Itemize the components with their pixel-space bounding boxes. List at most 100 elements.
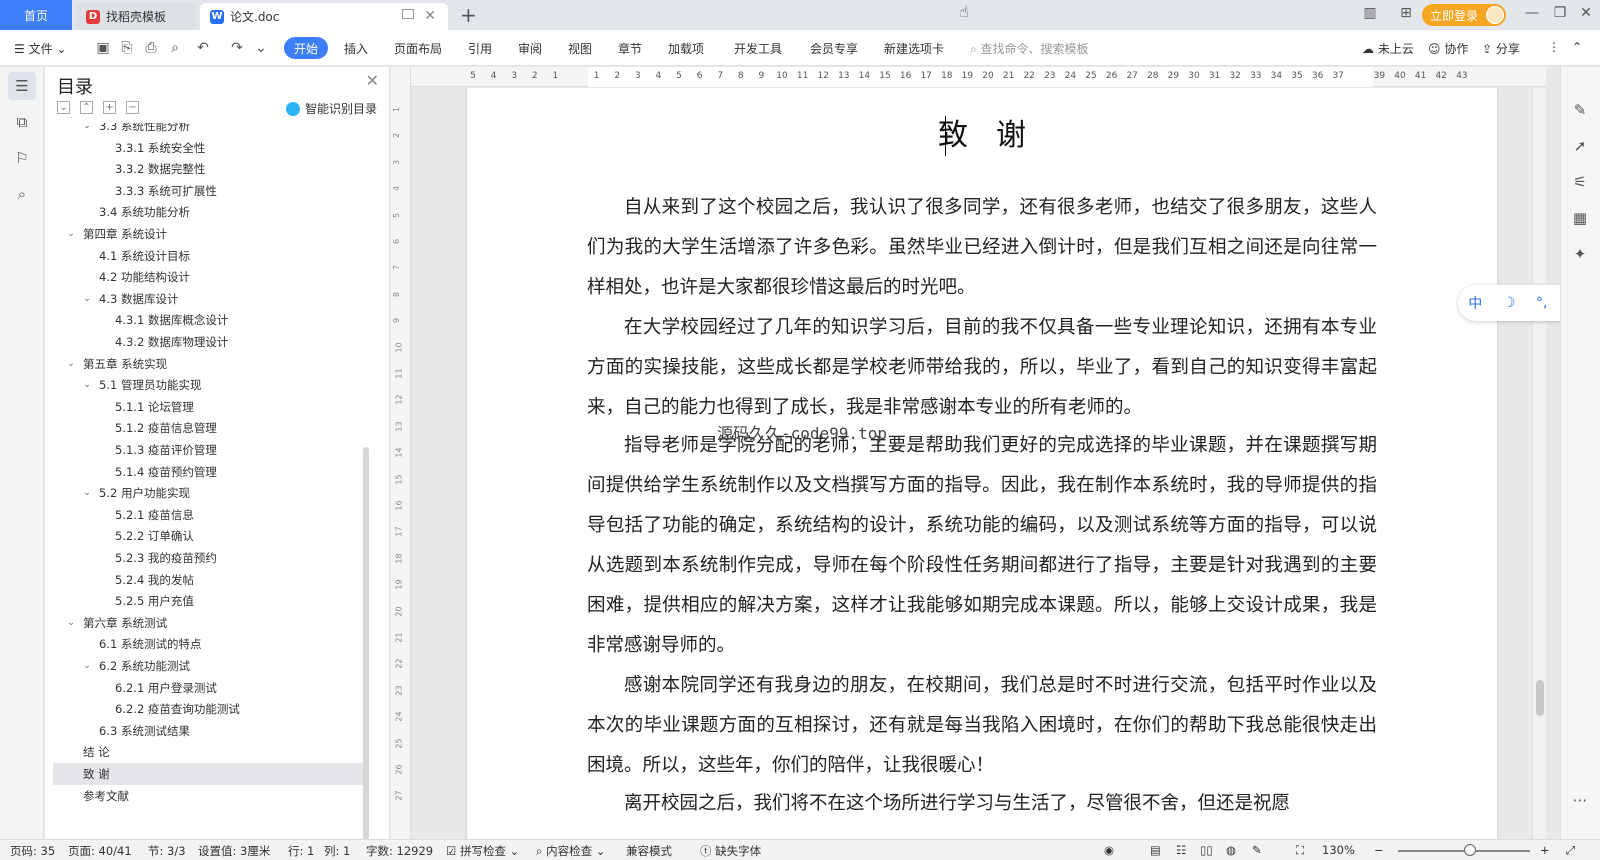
- collab-button[interactable]: ☺ 协作: [1428, 40, 1468, 57]
- toc-item[interactable]: ⌄ 4.3 数据库设计: [53, 288, 369, 310]
- toc-item[interactable]: 6.1 系统测试的特点: [53, 633, 369, 655]
- eye-protect-icon[interactable]: ◉: [1104, 843, 1114, 857]
- menu-chapter[interactable]: 章节: [618, 40, 642, 57]
- outline-view-icon[interactable]: ☷: [1176, 843, 1186, 857]
- pen-icon[interactable]: ✎: [1570, 100, 1590, 120]
- document-scrollbar[interactable]: [1532, 88, 1546, 839]
- share-button[interactable]: ⇪ 分享: [1482, 40, 1520, 57]
- toc-item[interactable]: 4.3.1 数据库概念设计: [53, 309, 369, 331]
- menu-file[interactable]: ☰ 文件 ⌄: [14, 40, 66, 57]
- tab-template[interactable]: D 找稻壳模板: [76, 3, 196, 30]
- select-pointer-icon[interactable]: ➚: [1570, 136, 1590, 156]
- toc-item[interactable]: 5.2.5 用户充值: [53, 590, 369, 612]
- close-tab-icon[interactable]: ✕: [424, 8, 436, 24]
- punctuation-icon[interactable]: °,: [1536, 295, 1547, 311]
- export-pdf-icon[interactable]: ⎘: [118, 39, 136, 57]
- more-menu-icon[interactable]: ⋮: [1548, 40, 1560, 54]
- command-search[interactable]: ⌕ 查找命令、搜索模板: [970, 40, 1089, 57]
- tab-document[interactable]: W 论文.doc ✕: [200, 3, 448, 30]
- fullscreen-icon[interactable]: ⤢: [1566, 843, 1575, 858]
- toc-item[interactable]: 5.2.3 我的疫苗预约: [53, 547, 369, 569]
- toc-panel-icon[interactable]: ☰: [8, 72, 36, 100]
- minimize-icon[interactable]: —: [1518, 5, 1546, 21]
- toc-item[interactable]: ⌄ 5.1 管理员功能实现: [53, 374, 369, 396]
- toc-item[interactable]: ⌄ 5.2 用户功能实现: [53, 482, 369, 504]
- bookmark-icon[interactable]: ⚐: [8, 144, 36, 172]
- chevron-down-icon[interactable]: ⌄: [65, 618, 77, 628]
- more-icon[interactable]: ⋯: [1570, 790, 1590, 810]
- toc-item[interactable]: 4.2 功能结构设计: [53, 266, 369, 288]
- smart-toc-button[interactable]: 智能识别目录: [285, 100, 377, 117]
- close-icon[interactable]: ✕: [366, 71, 379, 90]
- zoom-in-icon[interactable]: +: [1540, 843, 1550, 857]
- ai-assistant-icon[interactable]: ✦: [1570, 244, 1590, 264]
- content-check[interactable]: ⌕ 内容检查 ⌄: [536, 843, 605, 859]
- undo-icon[interactable]: ↶: [194, 39, 212, 57]
- chevron-down-icon[interactable]: ⌄: [81, 294, 93, 304]
- toc-item[interactable]: ⌄ 6.2 系统功能测试: [53, 655, 369, 677]
- page-count[interactable]: 页面: 40/41: [68, 843, 132, 859]
- menu-view[interactable]: 视图: [568, 40, 592, 57]
- write-view-icon[interactable]: ✎: [1252, 843, 1262, 857]
- chevron-down-icon[interactable]: ⌄: [65, 229, 77, 239]
- remove-heading-icon[interactable]: −: [126, 101, 139, 114]
- menu-insert[interactable]: 插入: [344, 40, 368, 57]
- page-view-icon[interactable]: ▤: [1150, 843, 1161, 857]
- restore-icon[interactable]: ❐: [1546, 5, 1574, 21]
- zoom-level[interactable]: 130%: [1322, 843, 1355, 857]
- toc-item[interactable]: ⌄ 第六章 系统测试: [53, 612, 369, 634]
- collapse-ribbon-icon[interactable]: ⌃: [1572, 40, 1582, 54]
- toc-item[interactable]: 6.2.2 疫苗查询功能测试: [53, 698, 369, 720]
- new-tab-button[interactable]: +: [460, 3, 477, 27]
- image-icon[interactable]: ▦: [1570, 208, 1590, 228]
- toc-item[interactable]: 参考文献: [53, 785, 369, 807]
- toc-item[interactable]: ⌄ 第四章 系统设计: [53, 223, 369, 245]
- float-window-icon[interactable]: [402, 9, 414, 19]
- toc-item[interactable]: ⌄ 3.3 系统性能分析: [53, 123, 369, 137]
- zoom-slider-handle[interactable]: [1464, 844, 1476, 856]
- toc-item[interactable]: 5.1.2 疫苗信息管理: [53, 417, 369, 439]
- chevron-down-icon[interactable]: ⌄: [81, 123, 93, 131]
- toc-item[interactable]: 3.3.1 系统安全性: [53, 137, 369, 159]
- toc-item[interactable]: 4.3.2 数据库物理设计: [53, 331, 369, 353]
- tab-home[interactable]: 首页: [0, 0, 72, 30]
- menu-page-layout[interactable]: 页面布局: [394, 40, 442, 57]
- collapse-all-icon[interactable]: ⌄: [57, 101, 70, 114]
- chevron-down-icon[interactable]: ⌄: [81, 488, 93, 498]
- scrollbar-thumb[interactable]: [1536, 680, 1544, 716]
- toc-item[interactable]: 5.1.1 论坛管理: [53, 396, 369, 418]
- redo-icon[interactable]: ↷: [228, 39, 246, 57]
- toc-item[interactable]: 6.2.1 用户登录测试: [53, 677, 369, 699]
- chevron-down-icon[interactable]: ⌄: [65, 359, 77, 369]
- toc-item[interactable]: ⌄ 第五章 系统实现: [53, 353, 369, 375]
- menu-new-tab[interactable]: 新建选项卡: [884, 40, 944, 57]
- toc-item[interactable]: 结 论: [53, 741, 369, 763]
- web-view-icon[interactable]: ◍: [1226, 843, 1236, 857]
- toc-item[interactable]: 5.1.3 疫苗评价管理: [53, 439, 369, 461]
- login-button[interactable]: 立即登录: [1422, 4, 1506, 26]
- chevron-down-icon[interactable]: ⌄: [81, 380, 93, 390]
- spell-check[interactable]: ☑ 拼写检查 ⌄: [446, 843, 519, 859]
- menu-review[interactable]: 审阅: [518, 40, 542, 57]
- apps-grid-icon[interactable]: ⊞: [1392, 5, 1420, 21]
- cloud-status[interactable]: ☁ 未上云: [1362, 40, 1414, 57]
- menu-reference[interactable]: 引用: [468, 40, 492, 57]
- search-icon[interactable]: ⌕: [8, 180, 36, 208]
- missing-font[interactable]: ⓣ 缺失字体: [700, 843, 761, 859]
- zoom-out-icon[interactable]: −: [1374, 843, 1384, 857]
- add-heading-icon[interactable]: +: [103, 101, 116, 114]
- toc-item[interactable]: 5.1.4 疫苗预约管理: [53, 461, 369, 483]
- toc-item[interactable]: 3.3.2 数据完整性: [53, 158, 369, 180]
- toc-item[interactable]: 6.3 系统测试结果: [53, 720, 369, 742]
- toc-item[interactable]: 5.2.4 我的发帖: [53, 569, 369, 591]
- toc-item[interactable]: 致 谢: [53, 763, 369, 785]
- menu-member[interactable]: 会员专享: [810, 40, 858, 57]
- menu-dev-tools[interactable]: 开发工具: [734, 40, 782, 57]
- fit-width-icon[interactable]: ⛶: [1296, 843, 1304, 858]
- moon-icon[interactable]: ☽: [1503, 295, 1516, 311]
- toc-item[interactable]: 3.3.3 系统可扩展性: [53, 180, 369, 202]
- toc-item[interactable]: 4.1 系统设计目标: [53, 245, 369, 267]
- horizontal-ruler[interactable]: 5 4 3 2 1 1 2 3 4 5 6 7 8 9 10 11 12 13 14 15 16 17 18 19 20 21 22…: [411, 67, 1546, 87]
- print-icon[interactable]: ⎙: [142, 39, 160, 57]
- toc-scrollbar[interactable]: [363, 447, 369, 860]
